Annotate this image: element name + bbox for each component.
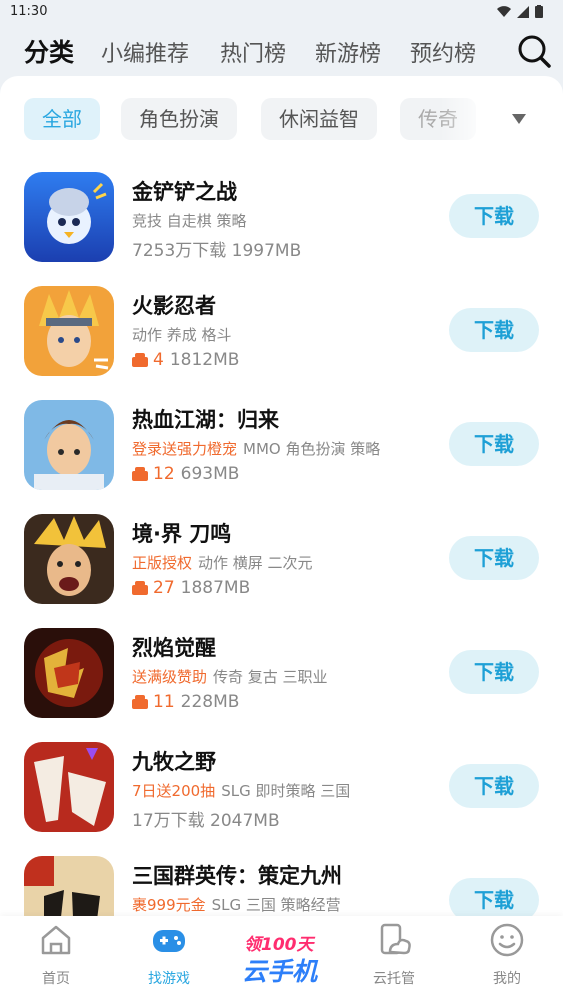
status-time: 11:30: [10, 4, 48, 19]
nav-label: 找游戏: [148, 971, 190, 987]
game-name: 三国群英传：策定九州: [132, 864, 342, 888]
game-icon-rexuejianghu[interactable]: [24, 400, 114, 490]
tab-preorder-chart[interactable]: 预约榜: [410, 36, 476, 68]
list-item[interactable]: 三国群英传：策定九州 裹999元金 SLG 三国 策略经营 下载: [0, 856, 563, 916]
list-item[interactable]: 烈焰觉醒 送满级赞助 传奇 复古 三职业 11 228MB 下载: [0, 628, 563, 742]
signal-icon: [517, 5, 529, 18]
download-button[interactable]: 下载: [449, 422, 539, 466]
game-name: 境·界 刀鸣: [132, 522, 232, 546]
nav-label: 首页: [42, 971, 70, 987]
tab-editor-picks[interactable]: 小编推荐: [101, 36, 189, 68]
home-icon: [41, 925, 71, 955]
download-button[interactable]: 下载: [449, 308, 539, 352]
status-icons: [497, 5, 543, 18]
nav-label: 我的: [493, 971, 521, 987]
game-tags: 送满级赞助 传奇 复古 三职业: [132, 668, 328, 686]
game-tags: 竞技 自走棋 策略: [132, 212, 247, 230]
promo-line2: 云手机: [242, 957, 318, 986]
game-name: 热血江湖：归来: [132, 408, 279, 432]
tab-new-games-chart[interactable]: 新游榜: [315, 36, 381, 68]
game-name: 火影忍者: [132, 294, 216, 318]
download-button[interactable]: 下载: [449, 194, 539, 238]
game-stats: 7253万下载 1997MB: [132, 241, 302, 261]
battery-icon: [535, 5, 543, 18]
game-icon-jingjie[interactable]: [24, 514, 114, 604]
chip-casual-puzzle[interactable]: 休闲益智: [261, 98, 377, 140]
game-stats: 11 228MB: [132, 692, 239, 712]
game-name: 烈焰觉醒: [132, 636, 216, 660]
game-icon-sanguoqunying[interactable]: [24, 856, 114, 916]
list-item[interactable]: 热血江湖：归来 登录送强力橙宠 MMO 角色扮演 策略 12 693MB 下载: [0, 400, 563, 514]
game-name: 金铲铲之战: [132, 180, 237, 204]
nav-find-games[interactable]: 找游戏: [124, 916, 214, 1001]
game-icon-naruto[interactable]: [24, 286, 114, 376]
download-button[interactable]: 下载: [449, 536, 539, 580]
gamepad-icon: [153, 930, 185, 952]
chip-fade-overlay: [440, 98, 500, 142]
download-button[interactable]: 下载: [449, 650, 539, 694]
chevron-down-icon[interactable]: [512, 114, 526, 124]
gift-count: 27: [132, 578, 175, 598]
promo-tag: 正版授权: [132, 554, 193, 572]
tab-category[interactable]: 分类: [24, 33, 74, 69]
cloud-phone-promo-badge[interactable]: 领100天 云手机: [240, 928, 324, 988]
gift-icon: [132, 467, 148, 481]
game-stats: 4 1812MB: [132, 350, 239, 370]
cloud-phone-icon: [380, 923, 411, 955]
gift-icon: [132, 581, 148, 595]
game-icon-jinchanchan[interactable]: [24, 172, 114, 262]
gift-count: 4: [132, 350, 164, 370]
list-item[interactable]: 金铲铲之战 竞技 自走棋 策略 7253万下载 1997MB 下载: [0, 172, 563, 286]
gift-count: 12: [132, 464, 175, 484]
game-tags: 动作 养成 格斗: [132, 326, 232, 344]
tab-hot-chart[interactable]: 热门榜: [220, 36, 286, 68]
wifi-icon: [497, 5, 511, 17]
list-item[interactable]: 九牧之野 7日送200抽 SLG 即时策略 三国 17万下载 2047MB 下载: [0, 742, 563, 856]
nav-home[interactable]: 首页: [11, 916, 101, 1001]
gift-icon: [132, 353, 148, 367]
gift-count: 11: [132, 692, 175, 712]
list-item[interactable]: 境·界 刀鸣 正版授权 动作 横屏 二次元 27 1887MB 下载: [0, 514, 563, 628]
game-name: 九牧之野: [132, 750, 216, 774]
smiley-icon: [490, 923, 524, 957]
nav-label: 云托管: [373, 971, 415, 987]
list-item[interactable]: 火影忍者 动作 养成 格斗 4 1812MB 下载: [0, 286, 563, 400]
promo-tag: 登录送强力橙宠: [132, 440, 238, 458]
game-stats: 27 1887MB: [132, 578, 250, 598]
promo-tag: 裹999元金: [132, 896, 206, 914]
promo-tag: 7日送200抽: [132, 782, 216, 800]
status-bar: 11:30: [0, 0, 563, 24]
game-tags: 登录送强力橙宠 MMO 角色扮演 策略: [132, 440, 381, 458]
game-stats: 12 693MB: [132, 464, 239, 484]
game-tags: 正版授权 动作 横屏 二次元: [132, 554, 313, 572]
chip-rpg[interactable]: 角色扮演: [121, 98, 237, 140]
download-button[interactable]: 下载: [449, 878, 539, 916]
promo-tag: 送满级赞助: [132, 668, 208, 686]
gift-icon: [132, 695, 148, 709]
search-icon[interactable]: [517, 34, 551, 68]
top-nav: 分类 小编推荐 热门榜 新游榜 预约榜: [0, 28, 563, 74]
game-tags: 7日送200抽 SLG 即时策略 三国: [132, 782, 351, 800]
game-icon-lieyan[interactable]: [24, 628, 114, 718]
chip-all[interactable]: 全部: [24, 98, 100, 140]
game-icon-jiumuzhiye[interactable]: [24, 742, 114, 832]
game-tags: 裹999元金 SLG 三国 策略经营: [132, 896, 341, 914]
category-chips: 全部 角色扮演 休闲益智 传奇: [0, 98, 563, 142]
main-content: 全部 角色扮演 休闲益智 传奇 金铲铲之战 竞技 自走棋 策略 7253万下载 …: [0, 76, 563, 916]
nav-mine[interactable]: 我的: [462, 916, 552, 1001]
nav-cloud-hosting[interactable]: 云托管: [349, 916, 439, 1001]
bottom-nav: 首页 找游戏 领100天 云手机 云托管 我的: [0, 916, 563, 1001]
game-stats: 17万下载 2047MB: [132, 811, 280, 831]
download-button[interactable]: 下载: [449, 764, 539, 808]
